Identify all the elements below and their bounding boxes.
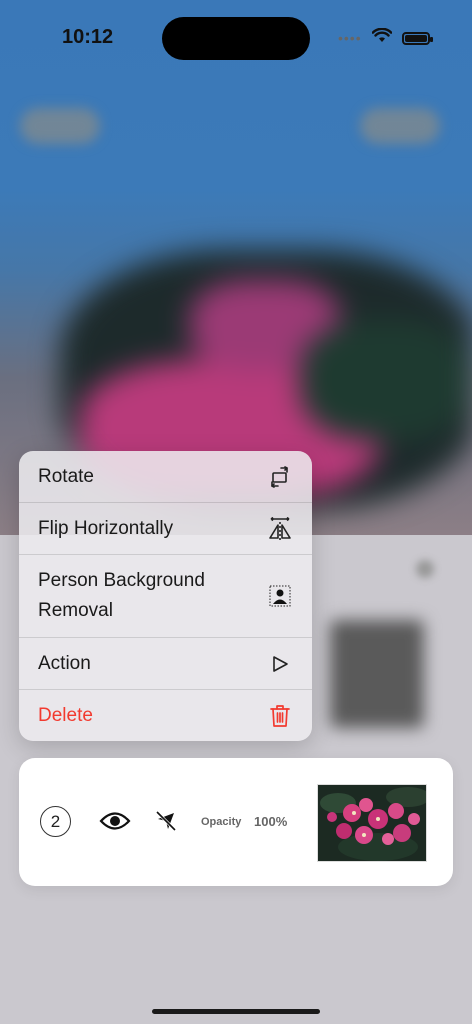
opacity-label: Opacity [201, 816, 242, 828]
layer-card[interactable]: 2 Opacity 100% [19, 758, 453, 886]
menu-item-label: Delete [38, 704, 93, 726]
wifi-icon [371, 27, 393, 48]
blurred-toolbar-button [20, 108, 100, 144]
dynamic-island [162, 17, 310, 60]
menu-item-rotate[interactable]: Rotate [19, 451, 312, 503]
opacity-value[interactable]: 100% [254, 814, 287, 829]
status-time: 10:12 [62, 26, 114, 48]
menu-item-label: Rotate [38, 465, 94, 487]
cellular-signal-icon: •••• [338, 30, 362, 46]
rotate-icon [267, 464, 293, 490]
person-background-removal-icon [267, 583, 293, 609]
menu-item-label: Flip Horizontally [38, 517, 174, 539]
menu-item-flip-horizontally[interactable]: Flip Horizontally [19, 503, 312, 555]
menu-item-action[interactable]: Action [19, 638, 312, 690]
menu-item-label: Action [38, 652, 91, 674]
menu-item-label: Person Background Removal [38, 570, 205, 621]
blurred-toolbar-button [360, 108, 440, 144]
trash-icon [267, 703, 293, 729]
location-off-icon[interactable] [155, 810, 177, 837]
flip-horizontal-icon [267, 516, 293, 542]
status-icons: •••• [338, 27, 433, 48]
battery-icon [401, 31, 433, 45]
context-menu: Rotate Flip Horizontally Person Backgrou… [19, 451, 312, 741]
home-indicator [152, 1009, 320, 1014]
menu-item-person-background-removal[interactable]: Person Background Removal [19, 555, 312, 638]
eye-icon[interactable] [99, 810, 131, 837]
blurred-thumbnail [330, 620, 424, 728]
layer-thumbnail[interactable] [317, 784, 427, 862]
layer-number-badge: 2 [40, 806, 71, 837]
play-icon [267, 651, 293, 677]
blurred-control [416, 560, 434, 578]
menu-item-delete[interactable]: Delete [19, 690, 312, 741]
